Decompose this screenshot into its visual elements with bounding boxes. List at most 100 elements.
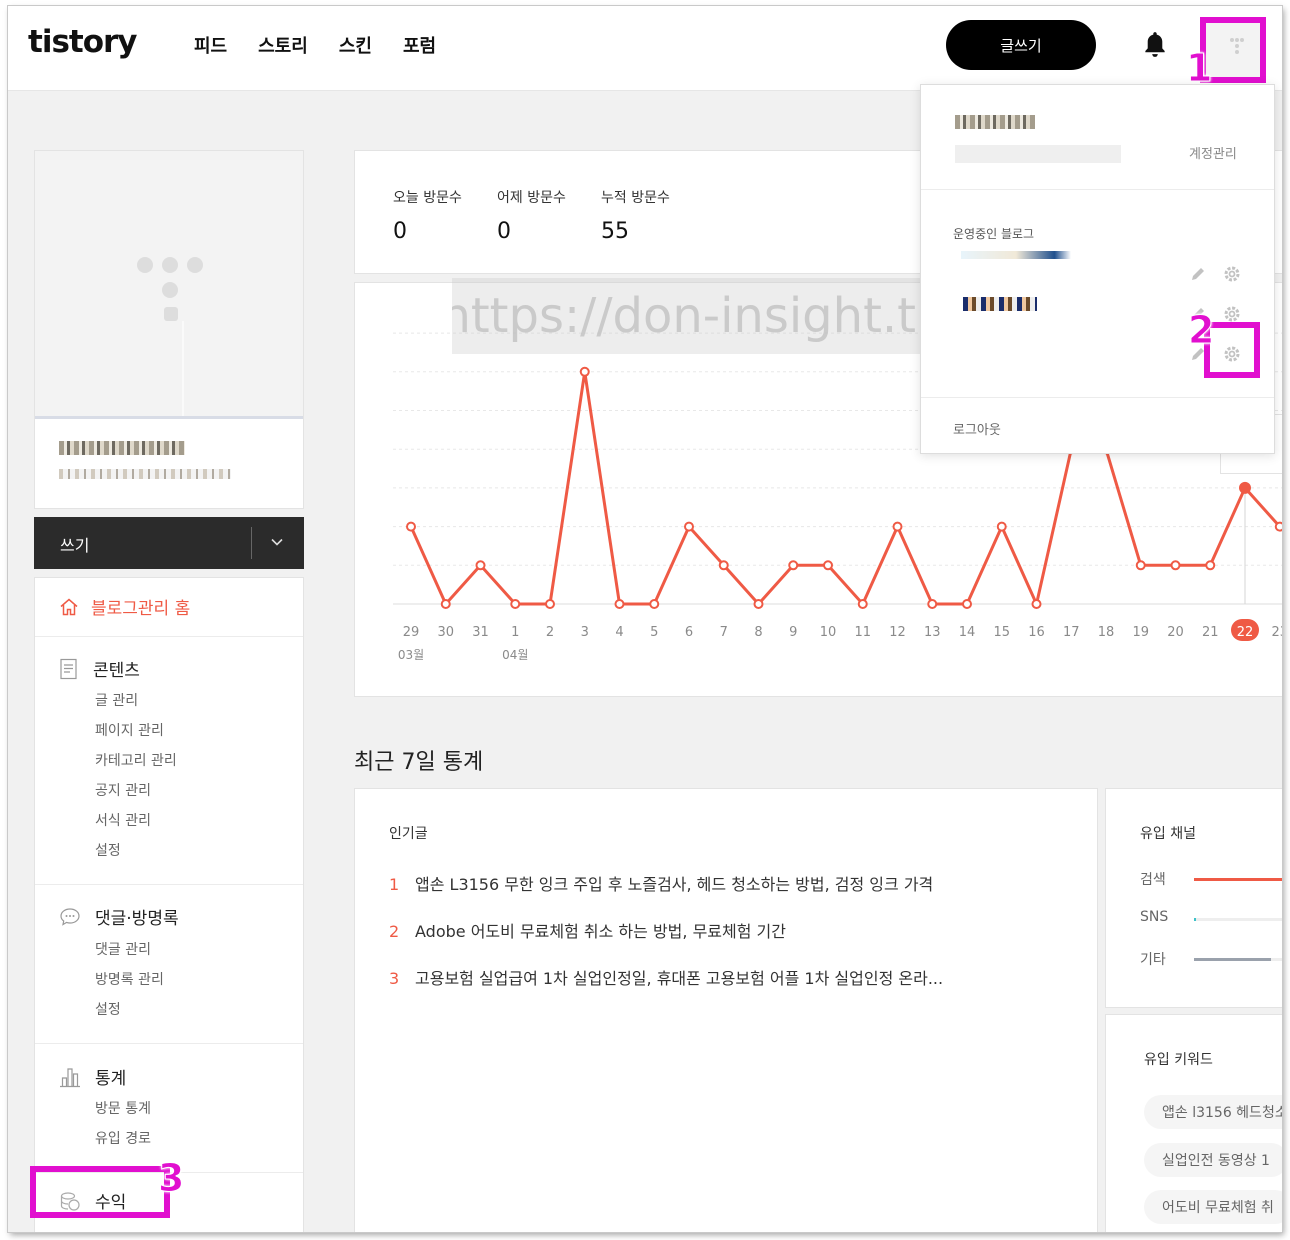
chart-point[interactable] bbox=[510, 599, 521, 609]
chart-x-tick: 20 bbox=[1167, 625, 1184, 640]
total-visitors-value: 55 bbox=[601, 219, 629, 244]
chart-point[interactable] bbox=[1170, 560, 1181, 571]
chart-point[interactable] bbox=[545, 599, 555, 609]
sidebar-item-page-manage[interactable]: 페이지 관리 bbox=[95, 720, 164, 740]
tistory-placeholder-icon bbox=[137, 257, 203, 416]
sidebar-item-comments-settings[interactable]: 설정 bbox=[95, 999, 121, 1019]
chevron-down-icon[interactable] bbox=[270, 535, 284, 549]
chart-point[interactable] bbox=[1239, 481, 1251, 494]
sidebar-item-template-manage[interactable]: 서식 관리 bbox=[95, 810, 151, 830]
chart-month-label: 04월 bbox=[502, 648, 528, 662]
chart-point[interactable] bbox=[1031, 599, 1042, 609]
popular-post-2[interactable]: 2 Adobe 어도비 무료체험 취소 하는 방법, 무료체험 기간 bbox=[389, 918, 786, 942]
popular-post-1[interactable]: 1 앱손 L3156 무한 잉크 주입 후 노즐검사, 헤드 청소하는 방법, 검… bbox=[389, 871, 933, 895]
bar-chart-icon bbox=[60, 1067, 80, 1087]
today-visitors-label: 오늘 방문수 bbox=[393, 190, 462, 206]
sidebar-write-button[interactable]: 쓰기 bbox=[34, 517, 304, 569]
popular-post-title: Adobe 어도비 무료체험 취소 하는 방법, 무료체험 기간 bbox=[415, 922, 786, 941]
chart-point[interactable] bbox=[475, 560, 486, 571]
chart-point[interactable] bbox=[718, 560, 729, 571]
sidebar-section-comments[interactable]: 댓글·방명록 bbox=[59, 904, 179, 929]
nav-feed[interactable]: 피드 bbox=[194, 32, 227, 58]
annotation-3: 3 bbox=[157, 1156, 185, 1201]
blog-1-name-redacted[interactable] bbox=[961, 251, 1071, 259]
highlight-box-revenue bbox=[30, 1166, 170, 1218]
chart-point[interactable] bbox=[1205, 560, 1216, 571]
keyword-chip-2[interactable]: 실업인전 동영상 1 bbox=[1144, 1143, 1282, 1177]
sidebar-item-post-manage[interactable]: 글 관리 bbox=[95, 690, 138, 710]
chart-x-tick: 31 bbox=[472, 625, 489, 640]
account-name-redacted bbox=[955, 115, 1035, 129]
chart-point[interactable] bbox=[406, 521, 416, 532]
chart-point[interactable] bbox=[614, 599, 625, 609]
nav-forum[interactable]: 포럼 bbox=[403, 32, 436, 58]
today-visitors-value: 0 bbox=[393, 219, 407, 244]
nav-skin[interactable]: 스킨 bbox=[339, 32, 372, 58]
today-visitors: 오늘 방문수 0 bbox=[393, 187, 462, 244]
recent-7days-title: 최근 7일 통계 bbox=[354, 750, 484, 775]
chart-point[interactable] bbox=[1274, 521, 1282, 532]
keyword-chip-3[interactable]: 어도비 무료체험 취 bbox=[1144, 1190, 1282, 1224]
channel-sns-bar bbox=[1194, 918, 1196, 921]
chart-point[interactable] bbox=[440, 599, 451, 609]
chart-point[interactable] bbox=[684, 521, 694, 532]
account-dropdown: 계정관리 운영중인 블로그 로그아웃 bbox=[920, 84, 1275, 454]
channel-title: 유입 채널 bbox=[1140, 826, 1196, 842]
chart-point[interactable] bbox=[857, 599, 868, 609]
chart-x-tick: 9 bbox=[789, 625, 797, 640]
sidebar-item-contents-settings[interactable]: 설정 bbox=[95, 840, 121, 860]
gear-icon[interactable] bbox=[1223, 265, 1241, 283]
divider bbox=[921, 397, 1274, 398]
channel-search-bar bbox=[1194, 878, 1282, 881]
chart-point[interactable] bbox=[753, 599, 764, 609]
nav-story[interactable]: 스토리 bbox=[258, 32, 308, 58]
chart-x-tick: 3 bbox=[581, 625, 589, 640]
account-manage-link[interactable]: 계정관리 bbox=[1189, 143, 1237, 162]
blog-name-redacted bbox=[59, 441, 185, 455]
document-icon bbox=[60, 658, 77, 679]
sidebar-item-home[interactable]: 블로그관리 홈 bbox=[59, 594, 190, 619]
chart-point[interactable] bbox=[1135, 560, 1146, 571]
channel-sns-track bbox=[1194, 918, 1282, 921]
chart-x-tick: 12 bbox=[889, 625, 906, 640]
sidebar-item-comment-manage[interactable]: 댓글 관리 bbox=[95, 939, 151, 959]
sidebar-item-notice-manage[interactable]: 공지 관리 bbox=[95, 780, 151, 800]
yesterday-visitors: 어제 방문수 0 bbox=[497, 187, 566, 244]
chart-point[interactable] bbox=[927, 599, 938, 609]
keyword-chip-1[interactable]: 앱손 l3156 헤드청소 bbox=[1144, 1095, 1282, 1129]
popular-rank: 3 bbox=[389, 969, 400, 988]
sidebar-section-stats[interactable]: 통계 bbox=[59, 1064, 126, 1089]
popular-post-3[interactable]: 3 고용보험 실업급여 1차 실업인정일, 휴대폰 고용보험 어플 1차 실업인정… bbox=[389, 965, 943, 989]
sidebar-item-visit-stats[interactable]: 방문 통계 bbox=[95, 1098, 151, 1118]
write-post-button[interactable]: 글쓰기 bbox=[946, 20, 1096, 70]
chart-point[interactable] bbox=[962, 599, 972, 609]
chart-point[interactable] bbox=[823, 560, 833, 571]
sidebar-section-contents[interactable]: 콘텐츠 bbox=[59, 656, 140, 681]
logout-link[interactable]: 로그아웃 bbox=[953, 419, 1001, 438]
pencil-icon[interactable] bbox=[1189, 265, 1207, 283]
sidebar-item-guestbook-manage[interactable]: 방명록 관리 bbox=[95, 969, 164, 989]
chart-x-tick: 11 bbox=[854, 625, 871, 640]
chart-point[interactable] bbox=[788, 560, 799, 571]
sidebar-home-label: 블로그관리 홈 bbox=[91, 599, 191, 619]
bell-icon[interactable] bbox=[1142, 30, 1168, 60]
chart-point[interactable] bbox=[649, 599, 660, 609]
tistory-logo[interactable]: tistory bbox=[28, 24, 138, 60]
blog-2-name-redacted[interactable] bbox=[963, 297, 1037, 311]
sidebar-item-referrer[interactable]: 유입 경로 bbox=[95, 1128, 151, 1148]
browser-frame: tistory 피드 스토리 스킨 포럼 글쓰기 1 쓰기 블로그관리 홈 콘텐… bbox=[8, 6, 1282, 1232]
account-email-redacted bbox=[955, 145, 1121, 163]
divider bbox=[35, 636, 303, 637]
chart-point[interactable] bbox=[579, 366, 590, 377]
chart-point[interactable] bbox=[892, 521, 903, 532]
gear-icon[interactable] bbox=[1223, 305, 1241, 323]
chart-point[interactable] bbox=[996, 521, 1007, 532]
chart-x-tick: 15 bbox=[993, 625, 1010, 640]
blog-profile-image[interactable] bbox=[35, 151, 303, 419]
channel-etc-bar bbox=[1194, 958, 1271, 961]
total-visitors-label: 누적 방문수 bbox=[601, 190, 670, 206]
chart-x-tick: 10 bbox=[820, 625, 837, 640]
chart-x-tick: 19 bbox=[1132, 625, 1149, 640]
divider bbox=[35, 1043, 303, 1044]
sidebar-item-category-manage[interactable]: 카테고리 관리 bbox=[95, 750, 177, 770]
